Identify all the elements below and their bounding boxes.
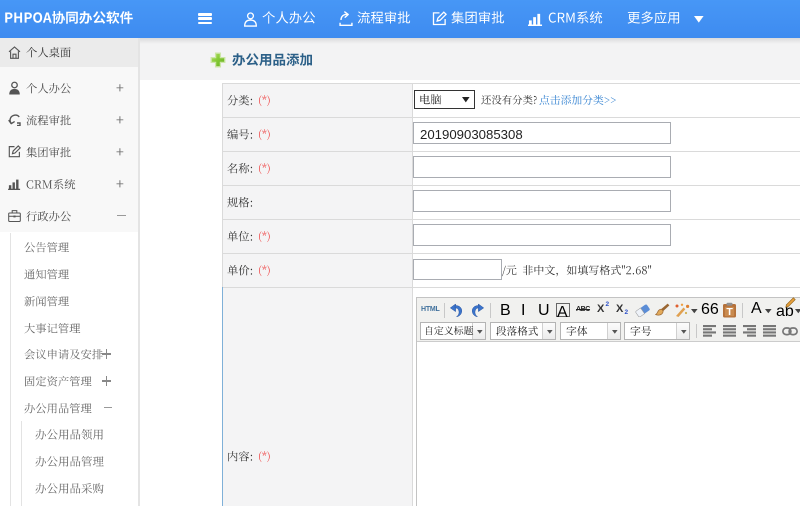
- svg-text:T: T: [726, 306, 733, 318]
